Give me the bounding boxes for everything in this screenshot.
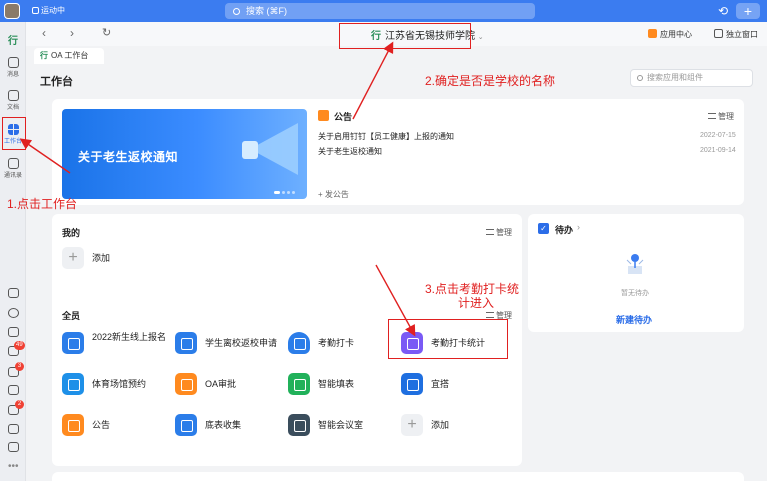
form-icon: [62, 332, 84, 354]
banner-text: 关于老生返校通知: [78, 150, 179, 164]
settings-icon: [486, 312, 494, 318]
notice-item[interactable]: 关于老生返校通知: [318, 146, 382, 157]
checkbox-icon: ✓: [538, 223, 549, 234]
mine-manage-button[interactable]: 管理: [486, 227, 512, 238]
search-icon: [637, 75, 643, 81]
todo-empty-text: 暂无待办: [621, 290, 649, 297]
store-icon[interactable]: [8, 424, 19, 434]
refresh-icon[interactable]: ↻: [102, 27, 111, 39]
plus-icon: +: [62, 247, 84, 269]
new-button[interactable]: +: [736, 3, 760, 19]
annotation-step1: 1.点击工作台: [7, 197, 78, 211]
venue-icon: [62, 373, 84, 395]
megaphone-handle-icon: [242, 141, 258, 159]
section-mine: 我的: [62, 228, 81, 238]
todo-title[interactable]: 待办: [555, 223, 573, 236]
annotation-step2: 2.确定是否是学校的名称: [425, 74, 556, 88]
status-icon: [32, 7, 39, 14]
sheet-icon: [288, 373, 310, 395]
app-tile[interactable]: 宜搭: [401, 371, 501, 401]
calendar-icon[interactable]: [8, 327, 19, 337]
app-tile[interactable]: 公告: [62, 412, 162, 442]
highlight-org-name: [339, 23, 471, 49]
highlight-workbench: [2, 117, 26, 150]
bottom-card: [52, 472, 744, 481]
app-tile[interactable]: OA审批: [175, 371, 285, 401]
title-bar: 运动中 搜索 (⌘F) ⟲ +: [0, 0, 767, 22]
settings-icon: [486, 229, 494, 235]
post-notice-button[interactable]: + 发公告: [318, 189, 349, 200]
share-icon[interactable]: [8, 385, 19, 395]
app-tile[interactable]: 2022新生线上报名: [62, 330, 172, 360]
phone-icon[interactable]: [8, 288, 19, 298]
megaphone-icon: [62, 414, 84, 436]
app-tile[interactable]: 智能会议室: [288, 412, 388, 442]
page-title: 工作台: [40, 76, 73, 88]
new-todo-button[interactable]: 新建待办: [616, 313, 652, 326]
plus-icon: +: [401, 414, 423, 436]
app-tile[interactable]: 智能填表: [288, 371, 388, 401]
more-icon[interactable]: •••: [8, 461, 19, 472]
app-search-input[interactable]: 搜索应用和组件: [630, 69, 753, 87]
notice-icon: [318, 110, 329, 121]
global-search-input[interactable]: 搜索 (⌘F): [225, 3, 535, 19]
add-app-button[interactable]: + 添加: [401, 412, 481, 442]
app-tile[interactable]: 学生离校返校申请: [175, 330, 285, 360]
app-tile[interactable]: 考勤打卡: [288, 330, 388, 360]
notice-item[interactable]: 关于启用钉钉【员工健康】上报的通知: [318, 131, 454, 142]
app-tile[interactable]: 底表收集: [175, 412, 275, 442]
form-icon: [175, 414, 197, 436]
app-center-button[interactable]: 应用中心: [648, 29, 692, 40]
forward-icon[interactable]: ›: [70, 27, 74, 39]
yida-icon: [401, 373, 423, 395]
history-icon[interactable]: ⟲: [716, 4, 730, 18]
back-icon[interactable]: ‹: [42, 27, 46, 39]
rail-item-messages[interactable]: 消息: [0, 57, 26, 78]
badge-mail: 2: [15, 400, 24, 409]
form-icon: [175, 332, 197, 354]
app-tile[interactable]: 体育场馆预约: [62, 371, 172, 401]
highlight-attendance-stats: [388, 319, 508, 359]
approval-icon: [175, 373, 197, 395]
search-icon: [233, 8, 240, 15]
status-indicator[interactable]: 运动中: [32, 5, 65, 16]
rail-item-contacts[interactable]: 通讯录: [0, 158, 26, 179]
rail-item-docs[interactable]: 文档: [0, 90, 26, 111]
section-all: 全员: [62, 311, 81, 321]
cloud-icon[interactable]: [8, 308, 19, 318]
notice-banner[interactable]: 关于老生返校通知: [62, 109, 307, 199]
meeting-room-icon: [288, 414, 310, 436]
standalone-window-button[interactable]: 独立窗口: [714, 29, 758, 40]
shield-check-icon: [288, 332, 310, 354]
org-logo-icon: ⾏: [40, 51, 48, 60]
notice-date: 2022-07-15: [700, 132, 736, 139]
contacts-icon: [7, 158, 19, 169]
notice-title: 公告: [334, 112, 353, 122]
chevron-right-icon[interactable]: ›: [577, 222, 580, 232]
badge-ding: 3: [15, 362, 24, 371]
org-logo-icon[interactable]: ⾏: [5, 32, 21, 47]
empty-todo-illustration: [626, 254, 644, 274]
notice-date: 2021-09-14: [700, 147, 736, 154]
carousel-dots[interactable]: [274, 186, 297, 196]
app-center-icon: [648, 29, 657, 38]
add-app-button[interactable]: + 添加: [62, 245, 142, 275]
window-icon: [714, 29, 723, 38]
doc-icon: [7, 90, 19, 101]
badge-todo: 49: [14, 341, 25, 350]
settings-icon: [708, 113, 716, 119]
chevron-down-icon: ⌄: [477, 34, 484, 41]
message-icon: [7, 57, 19, 68]
avatar[interactable]: [4, 3, 20, 19]
bag-icon[interactable]: [8, 442, 19, 452]
tab-oa-workbench[interactable]: ⾏ OA 工作台: [34, 48, 104, 64]
notice-manage-button[interactable]: 管理: [708, 111, 734, 122]
annotation-step3-line2: 计进入: [458, 296, 495, 310]
